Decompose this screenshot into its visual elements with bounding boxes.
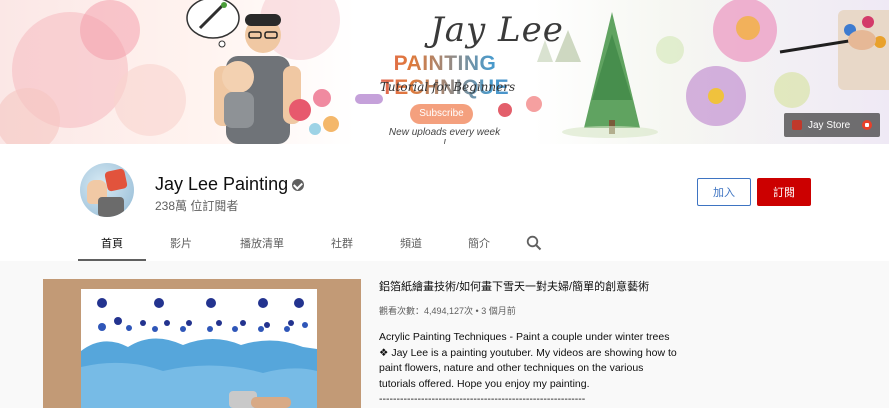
tab-community[interactable]: 社群 [308, 224, 376, 261]
description-line: paint flowers, nature and other techniqu… [379, 362, 644, 374]
tab-playlists[interactable]: 播放清單 [216, 224, 308, 261]
featured-video-title[interactable]: 鋁箔紙繪畫技術/如何畫下雪天一對夫婦/簡單的創意藝術 [379, 278, 649, 294]
banner-title: Jay Lee [430, 10, 564, 50]
channel-banner: Jay Lee PAINTING TECHNIQUE Tutorial for … [0, 0, 889, 144]
channel-header: Jay Lee Painting 238萬 位訂閱者 加入 訂閱 首頁 影片 播… [0, 144, 889, 261]
description-line: ----------------------------------------… [379, 393, 586, 405]
join-button[interactable]: 加入 [697, 178, 751, 206]
description-line: ❖ Jay Lee is a painting youtuber. My vid… [379, 346, 677, 359]
description-line: Acrylic Painting Techniques - Paint a co… [379, 331, 670, 343]
subscribe-button[interactable]: 訂閱 [757, 178, 811, 206]
tab-about[interactable]: 簡介 [446, 224, 512, 261]
tab-channels[interactable]: 頻道 [376, 224, 446, 261]
description-line: tutorials offered. Hope you enjoy my pai… [379, 377, 590, 390]
featured-video-description: Acrylic Painting Techniques - Paint a co… [379, 330, 689, 408]
featured-video-meta: 觀看次數：4,494,127次 • 3 個月前 [379, 306, 516, 316]
tab-home[interactable]: 首頁 [78, 224, 146, 261]
verified-check-icon [292, 179, 304, 191]
banner-uploads-note: New uploads every week ! [388, 127, 501, 144]
channel-tabs: 首頁 影片 播放清單 社群 頻道 簡介 [78, 224, 556, 261]
tab-videos[interactable]: 影片 [146, 224, 216, 261]
channel-avatar[interactable] [80, 163, 134, 217]
external-link-icon [862, 120, 872, 130]
subscriber-count: 238萬 位訂閱者 [155, 199, 239, 213]
banner-subscribe-badge: Subscribe [410, 104, 473, 124]
search-icon[interactable] [512, 224, 556, 261]
store-favicon-icon [792, 120, 802, 130]
store-link-label: Jay Store [808, 119, 851, 131]
featured-video-thumbnail[interactable] [43, 279, 361, 408]
banner-tagline: Tutorial for Beginners [379, 80, 516, 94]
store-link[interactable]: Jay Store [784, 113, 880, 137]
channel-name: Jay Lee Painting [155, 174, 289, 194]
